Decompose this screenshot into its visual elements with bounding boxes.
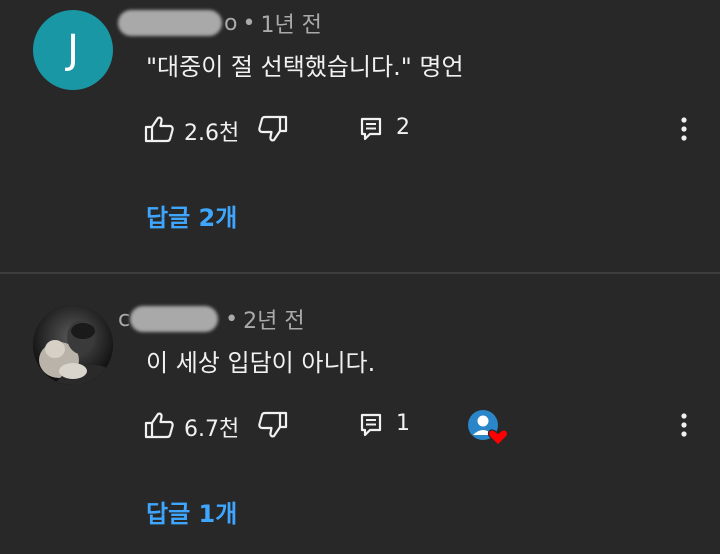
view-replies-link[interactable]: 답글 1개 — [146, 494, 237, 529]
meta-separator: • — [242, 10, 256, 36]
creator-heart-icon — [468, 410, 509, 446]
avatar[interactable]: J — [33, 10, 113, 90]
reply-count: 2 — [396, 115, 410, 140]
avatar[interactable] — [33, 305, 113, 385]
reply-count: 1 — [396, 411, 410, 436]
thumbs-down-icon[interactable] — [258, 411, 288, 439]
profile-photo-icon — [33, 305, 113, 385]
redacted-author-name — [130, 306, 219, 332]
thumbs-up-icon[interactable] — [144, 411, 174, 439]
comment-meta: o • 1년 전 — [118, 8, 322, 38]
author-name-suffix[interactable]: o — [224, 11, 237, 36]
comment-time: 2년 전 — [243, 309, 305, 334]
author-name-prefix[interactable]: c — [118, 307, 130, 332]
comment-actions: 6.7천 1 — [0, 405, 720, 446]
redacted-author-name — [118, 10, 222, 36]
thumbs-up-icon[interactable] — [144, 115, 174, 143]
comment-text: 이 세상 입담이 아니다. — [146, 349, 376, 377]
view-replies-link[interactable]: 답글 2개 — [146, 198, 237, 233]
more-options-icon[interactable] — [676, 411, 692, 439]
more-options-icon[interactable] — [676, 115, 692, 143]
comment-item: J o • 1년 전 "대중이 절 선택했습니다." 명언 2.6천 2 답글 … — [0, 0, 720, 272]
like-count: 6.7천 — [184, 417, 240, 442]
comment-time: 1년 전 — [260, 13, 322, 38]
meta-separator: • — [225, 306, 239, 332]
comment-text: "대중이 절 선택했습니다." 명언 — [146, 53, 464, 81]
comment-item: c • 2년 전 이 세상 입담이 아니다. 6.7천 1 답글 1개 — [0, 274, 720, 554]
comment-actions: 2.6천 2 — [0, 109, 720, 149]
like-count: 2.6천 — [184, 121, 240, 146]
comment-meta: c • 2년 전 — [118, 304, 305, 334]
reply-icon[interactable] — [360, 117, 382, 141]
reply-icon[interactable] — [360, 413, 382, 437]
avatar-initial: J — [67, 27, 79, 73]
thumbs-down-icon[interactable] — [258, 115, 288, 143]
